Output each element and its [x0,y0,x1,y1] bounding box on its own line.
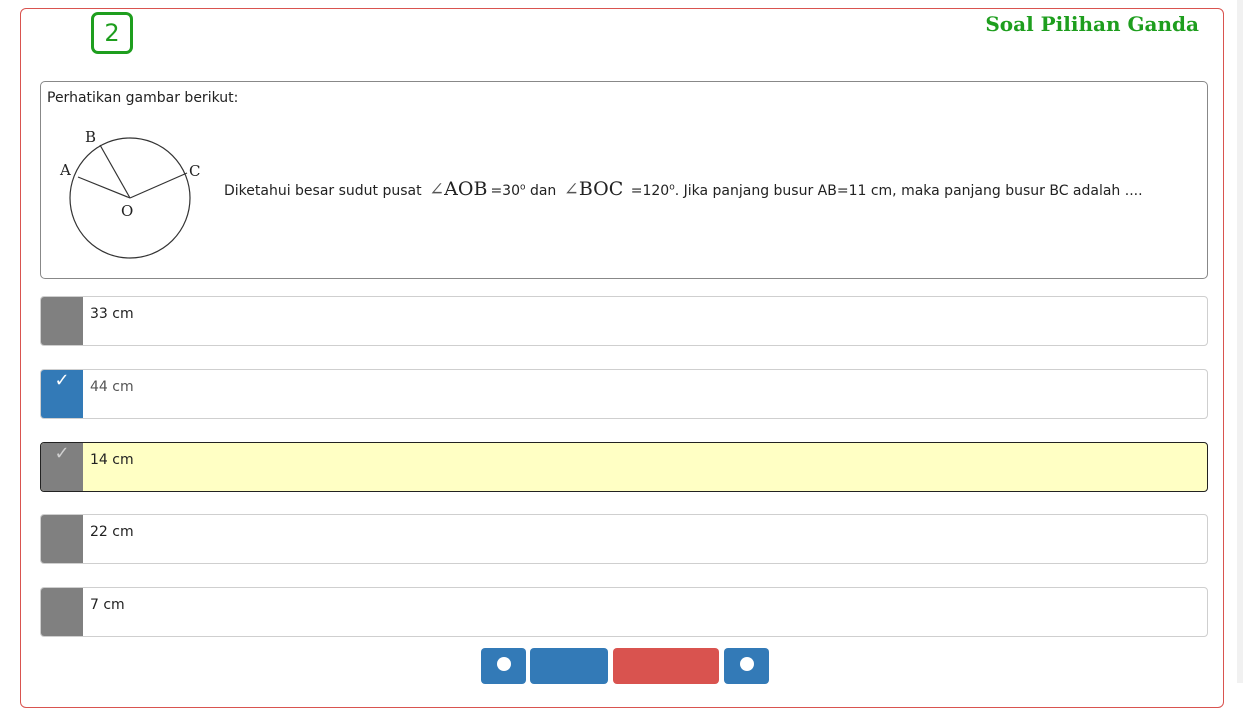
option-label: 44 cm [90,379,134,395]
text-before: Diketahui besar sudut pusat [224,183,422,199]
option-0[interactable]: 33 cm [40,296,1208,346]
radius-oa [77,176,131,199]
option-marker[interactable] [41,297,83,345]
navigation-bar [0,648,1243,688]
option-marker[interactable] [41,588,83,636]
text-after: . Jika panjang busur AB=11 cm, maka panj… [674,183,1143,199]
label-a: A [59,161,71,179]
after-angle2: =120 [630,183,670,199]
text-middle: dan [529,183,557,199]
after-angle1: =30 [490,183,520,199]
red-button[interactable] [613,648,719,684]
option-label: 33 cm [90,306,134,322]
option-1[interactable]: ✓ 44 cm [40,369,1208,419]
radius-ob [99,144,131,199]
circle-icon [739,657,754,671]
option-label: 14 cm [90,452,134,468]
scrollbar[interactable] [1237,0,1243,683]
option-3[interactable]: 22 cm [40,514,1208,564]
angle-icon: ∠ [563,179,579,200]
circle-icon [496,657,511,671]
angle-boc: ∠BOC [563,178,624,200]
option-marker[interactable] [41,515,83,563]
label-b: B [85,128,96,146]
option-4[interactable]: 7 cm [40,587,1208,637]
question-intro: Perhatikan gambar berikut: [47,90,239,106]
question-text: Diketahui besar sudut pusat ∠AOB =30o dan… [224,178,1143,200]
angle-aob: ∠AOB [429,178,488,200]
degree-mark-1: o [519,182,526,193]
angle-icon: ∠ [429,179,445,200]
prev-button[interactable] [481,648,526,684]
section-title: Soal Pilihan Ganda [985,12,1199,36]
option-label: 22 cm [90,524,134,540]
question-number-badge[interactable]: 2 [91,12,133,54]
radius-oc [129,172,188,199]
label-o: O [121,202,133,220]
middle-button[interactable] [530,648,608,684]
circle-figure: A B C O [59,128,200,259]
question-box: Perhatikan gambar berikut: A B C O Diket… [40,81,1208,279]
next-button[interactable] [724,648,769,684]
label-c: C [189,162,200,180]
option-label: 7 cm [90,597,125,613]
option-2[interactable]: ✓ 14 cm [40,442,1208,492]
check-icon[interactable]: ✓ [41,370,83,418]
check-icon[interactable]: ✓ [41,443,83,491]
